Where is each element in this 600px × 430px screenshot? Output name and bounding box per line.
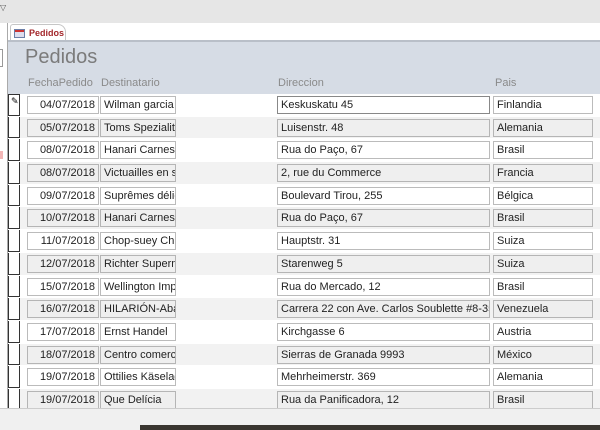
- column-header-direccion: Direccion: [278, 77, 324, 89]
- table-row: 15/07/2018 Wellington Imp Rua do Mercado, …: [8, 275, 600, 299]
- destinatario-field[interactable]: Suprêmes délic: [100, 186, 176, 205]
- destinatario-field[interactable]: Hanari Carnes: [100, 209, 176, 228]
- fecha-field[interactable]: 12/07/2018: [27, 254, 99, 273]
- navigation-pane-collapsed[interactable]: [0, 23, 8, 408]
- record-selector[interactable]: ✎: [8, 94, 20, 116]
- fecha-field[interactable]: 10/07/2018: [27, 209, 99, 228]
- direccion-field[interactable]: Carrera 22 con Ave. Carlos Soublette #8-…: [277, 300, 490, 319]
- pais-field[interactable]: Alemania: [493, 368, 593, 387]
- pais-field[interactable]: Venezuela: [493, 300, 593, 319]
- pais-field[interactable]: Brasil: [493, 209, 593, 228]
- pais-field[interactable]: Brasil: [493, 141, 593, 160]
- destinatario-field[interactable]: Hanari Carnes: [100, 141, 176, 160]
- pais-field[interactable]: México: [493, 345, 593, 364]
- pais-field[interactable]: Suiza: [493, 254, 593, 273]
- destinatario-field[interactable]: HILARIÓN-Abas: [100, 300, 176, 319]
- destinatario-field[interactable]: Chop-suey Chin: [100, 232, 176, 251]
- destinatario-field[interactable]: Wilman garcia: [100, 96, 176, 114]
- direccion-field[interactable]: Keskuskatu 45: [277, 96, 490, 114]
- destinatario-field[interactable]: Ernst Handel: [100, 322, 176, 341]
- fecha-field[interactable]: 19/07/2018: [27, 368, 99, 387]
- pais-field[interactable]: Francia: [493, 164, 593, 183]
- pais-field[interactable]: Suiza: [493, 232, 593, 251]
- destinatario-field[interactable]: Richter Superm: [100, 254, 176, 273]
- column-header-destinatario: Destinatario: [101, 77, 160, 89]
- direccion-field[interactable]: Hauptstr. 31: [277, 232, 490, 251]
- pais-field[interactable]: Brasil: [493, 390, 593, 409]
- direccion-field[interactable]: 2, rue du Commerce: [277, 164, 490, 183]
- direccion-field[interactable]: Rua do Mercado, 12: [277, 277, 490, 296]
- direccion-field[interactable]: Mehrheimerstr. 369: [277, 368, 490, 387]
- pais-field[interactable]: Brasil: [493, 277, 593, 296]
- direccion-field[interactable]: Sierras de Granada 9993: [277, 345, 490, 364]
- record-selector[interactable]: [8, 207, 20, 230]
- record-selector[interactable]: [8, 252, 20, 275]
- fecha-field[interactable]: 15/07/2018: [27, 277, 99, 296]
- fecha-field[interactable]: 18/07/2018: [27, 345, 99, 364]
- fecha-field[interactable]: 04/07/2018: [27, 96, 99, 114]
- column-header-pais: Pais: [495, 77, 517, 89]
- table-row: 19/07/2018 Ottilies Käselad Mehrheimerstr.…: [8, 366, 600, 389]
- direccion-field[interactable]: Luisenstr. 48: [277, 118, 490, 137]
- pane-marker: [0, 151, 3, 159]
- destinatario-field[interactable]: Ottilies Käselad: [100, 368, 176, 387]
- record-selector[interactable]: [8, 184, 20, 207]
- direccion-field[interactable]: Kirchgasse 6: [277, 322, 490, 341]
- table-row: 11/07/2018 Chop-suey Chin Hauptstr. 31 Suiz…: [8, 230, 600, 253]
- destinatario-field[interactable]: Victuailles en st: [100, 164, 176, 183]
- pane-edge: [0, 49, 3, 67]
- direccion-field[interactable]: Rua do Paço, 67: [277, 209, 490, 228]
- fecha-field[interactable]: 17/07/2018: [27, 322, 99, 341]
- pais-field[interactable]: Alemania: [493, 118, 593, 137]
- destinatario-field[interactable]: Que Delícia: [100, 390, 176, 409]
- background-window: [140, 425, 600, 430]
- fecha-field[interactable]: 05/07/2018: [27, 118, 99, 137]
- quick-access-dropdown-icon[interactable]: ▽: [0, 3, 6, 12]
- record-selector[interactable]: [8, 343, 20, 366]
- table-row: 10/07/2018 Hanari Carnes Rua do Paço, 67 Br…: [8, 207, 600, 231]
- record-selector[interactable]: [8, 366, 20, 388]
- table-row: 08/07/2018 Victuailles en st 2, rue du Com…: [8, 162, 600, 185]
- pais-field[interactable]: Finlandia: [493, 96, 593, 114]
- tab-pedidos[interactable]: Pedidos: [10, 24, 66, 41]
- form-icon: [14, 28, 25, 38]
- table-row: 17/07/2018 Ernst Handel Kirchgasse 6 Austri…: [8, 320, 600, 344]
- destinatario-field[interactable]: Centro comerci: [100, 345, 176, 364]
- table-row: 09/07/2018 Suprêmes délic Boulevard Tirou,…: [8, 184, 600, 208]
- fecha-field[interactable]: 09/07/2018: [27, 186, 99, 205]
- table-row: 05/07/2018 Toms Spezialitä Luisenstr. 48 Al…: [8, 116, 600, 140]
- record-selector[interactable]: [8, 275, 20, 298]
- records-list: ✎ 04/07/2018 Wilman garcia Keskuskatu 45 Fin…: [8, 94, 600, 412]
- record-selector[interactable]: [8, 320, 20, 343]
- fecha-field[interactable]: 11/07/2018: [27, 232, 99, 251]
- fecha-field[interactable]: 16/07/2018: [27, 300, 99, 319]
- column-header-fechapedido: FechaPedido: [28, 77, 93, 89]
- fecha-field[interactable]: 19/07/2018: [27, 390, 99, 409]
- fecha-field[interactable]: 08/07/2018: [27, 164, 99, 183]
- form-header: Pedidos FechaPedido Destinatario Direcci…: [8, 40, 600, 94]
- pais-field[interactable]: Bélgica: [493, 186, 593, 205]
- direccion-field[interactable]: Rua da Panificadora, 12: [277, 390, 490, 409]
- table-row: 08/07/2018 Hanari Carnes Rua do Paço, 67 Br…: [8, 139, 600, 163]
- direccion-field[interactable]: Starenweg 5: [277, 254, 490, 273]
- table-row: 18/07/2018 Centro comerci Sierras de Grana…: [8, 343, 600, 367]
- direccion-field[interactable]: Rua do Paço, 67: [277, 141, 490, 160]
- pais-field[interactable]: Austria: [493, 322, 593, 341]
- record-selector[interactable]: [8, 230, 20, 252]
- record-selector[interactable]: [8, 116, 20, 139]
- pencil-edit-icon: ✎: [11, 97, 19, 107]
- fecha-field[interactable]: 08/07/2018: [27, 141, 99, 160]
- destinatario-field[interactable]: Toms Spezialitä: [100, 118, 176, 137]
- ribbon-bar: ▽: [0, 0, 600, 23]
- table-row: 12/07/2018 Richter Superm Starenweg 5 Suiza: [8, 252, 600, 276]
- destinatario-field[interactable]: Wellington Imp: [100, 277, 176, 296]
- direccion-field[interactable]: Boulevard Tirou, 255: [277, 186, 490, 205]
- table-row: 16/07/2018HILARIÓN-Abas Carrera 22 con Av…: [8, 298, 600, 321]
- record-selector[interactable]: [8, 298, 20, 320]
- tab-label: Pedidos: [29, 28, 65, 38]
- form-title: Pedidos: [25, 46, 98, 68]
- record-selector[interactable]: [8, 139, 20, 162]
- table-row: ✎ 04/07/2018 Wilman garcia Keskuskatu 45 Fin…: [8, 94, 600, 117]
- record-selector[interactable]: [8, 162, 20, 184]
